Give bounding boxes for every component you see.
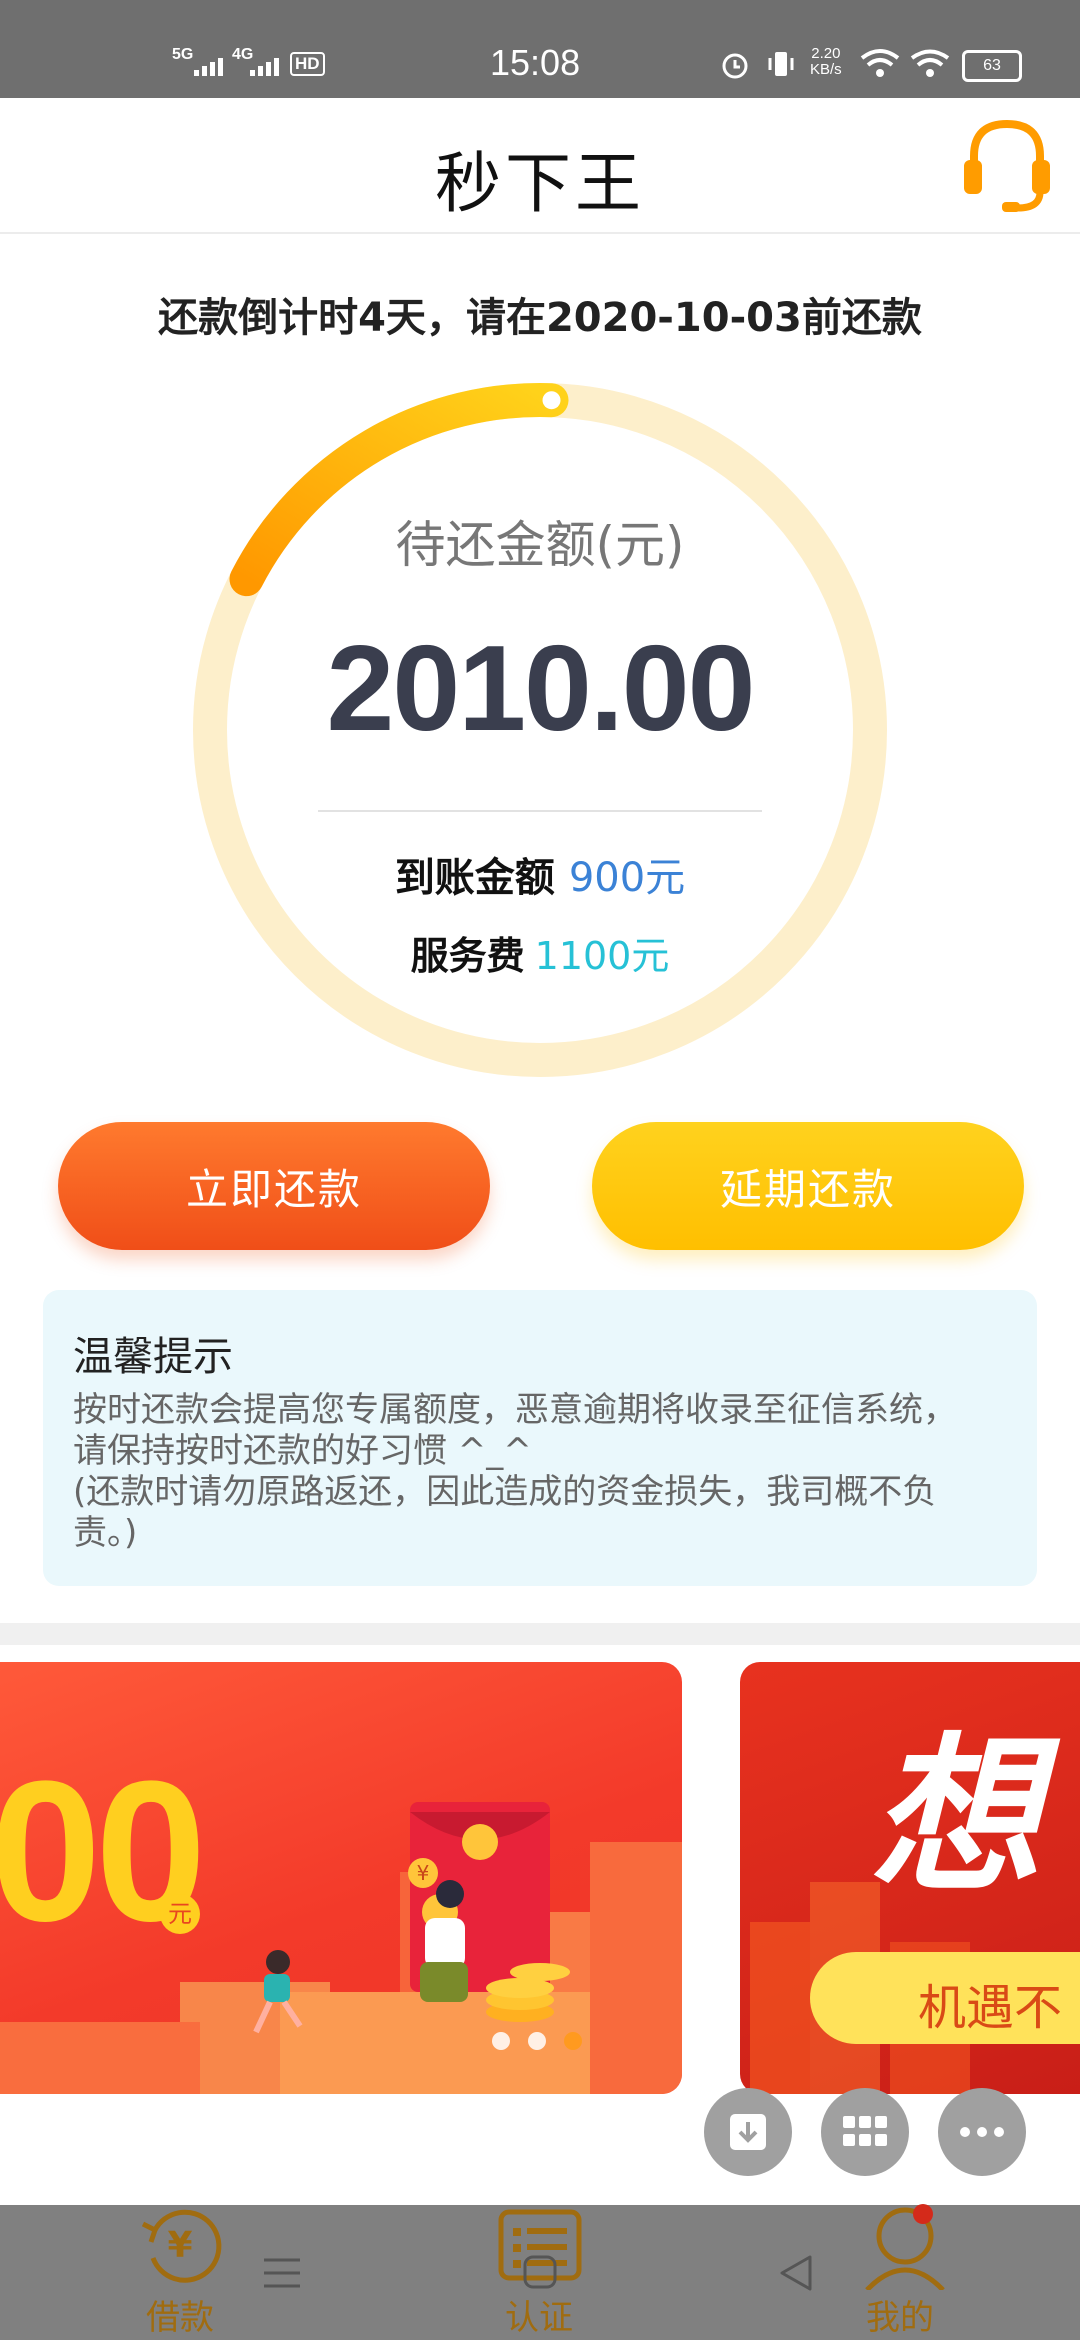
repay-now-button[interactable]: 立即还款 [58,1122,490,1250]
ring-knob [542,391,561,410]
svg-text:¥: ¥ [167,2225,192,2266]
tips-body: 按时还款会提高您专属额度，恶意逾期将收录至征信系统， 请保持按时还款的好习惯 ^… [73,1390,1013,1554]
download-fab[interactable] [704,2088,792,2176]
loan-yen-icon[interactable]: ¥ [135,2200,225,2290]
app-header: 秒下王 [0,98,1080,234]
extend-repayment-button[interactable]: 延期还款 [592,1122,1024,1250]
section-separator [0,1623,1080,1645]
more-fab[interactable] [938,2088,1026,2176]
signal-4g-icon [250,58,279,76]
wifi-plus-icon [860,49,900,77]
tips-line: 按时还款会提高您专属额度，恶意逾期将收录至征信系统， [73,1390,957,1430]
promo-banner-next[interactable]: 想 机遇不 [740,1662,1080,2094]
credited-amount-value: 900元 [568,855,686,901]
headset-icon[interactable] [960,116,1054,216]
tips-line: 请保持按时还款的好习惯 ^_^ [73,1431,532,1471]
menu-icon[interactable] [262,2256,302,2290]
more-icon [960,2127,1004,2137]
alarm-icon [722,53,748,79]
home-icon[interactable] [522,2254,558,2290]
service-fee-row: 服务费 1100元 [0,925,1080,980]
service-fee-label: 服务费 [410,934,525,978]
amount-due-label: 待还金额(元) [395,516,685,574]
network-speed: 2.20 KB/s [810,45,842,78]
promo-yuan-badge: 元 [160,1894,200,1934]
promo-banner[interactable]: 00 元 ¥ [0,1662,682,2094]
nav-label-loan[interactable]: 借款 [146,2290,214,2339]
status-time: 15:08 [490,42,581,83]
ring-divider [318,810,762,812]
carousel-dot[interactable] [528,2032,546,2050]
grid-icon [843,2116,887,2146]
page-title: 秒下王 [435,145,645,222]
hd-volte-icon: HD [290,52,325,76]
vibrate-icon [768,52,794,76]
download-icon [730,2114,766,2150]
wifi-icon [910,49,950,77]
credited-amount-label: 到账金额 [394,855,555,901]
carousel-dot[interactable] [492,2032,510,2050]
coin-icon: ¥ [408,1858,438,1888]
service-fee-value: 1100元 [534,934,670,978]
promo-headline: 想 [870,1722,1041,1912]
amount-due-value: 2010.00 [326,620,756,756]
repayment-countdown: 还款倒计时4天，请在2020-10-03前还款 [158,295,922,341]
tips-line: 责。) [73,1513,138,1553]
signal-5g-icon [194,58,223,76]
nav-label-profile[interactable]: 我的 [866,2290,934,2339]
promo-pill-text: 机遇不 [918,1980,1063,2036]
tips-line: (还款时请勿原路返还，因此造成的资金损失，我司概不负 [73,1472,937,1512]
grid-fab[interactable] [821,2088,909,2176]
network-5g-label: 5G [172,46,194,63]
tips-title: 温馨提示 [73,1334,233,1380]
credited-amount-row: 到账金额 900元 [0,845,1080,903]
back-icon[interactable] [778,2254,814,2292]
carousel-dot-active[interactable] [564,2032,582,2050]
status-bar: 5G 4G HD 15:08 2.20 KB/s 63 [0,0,1080,98]
battery-icon: 63 [962,50,1022,82]
warm-tips-panel: 温馨提示 按时还款会提高您专属额度，恶意逾期将收录至征信系统， 请保持按时还款的… [43,1290,1037,1586]
profile-icon[interactable] [855,2200,955,2290]
nav-label-verify[interactable]: 认证 [505,2290,573,2339]
